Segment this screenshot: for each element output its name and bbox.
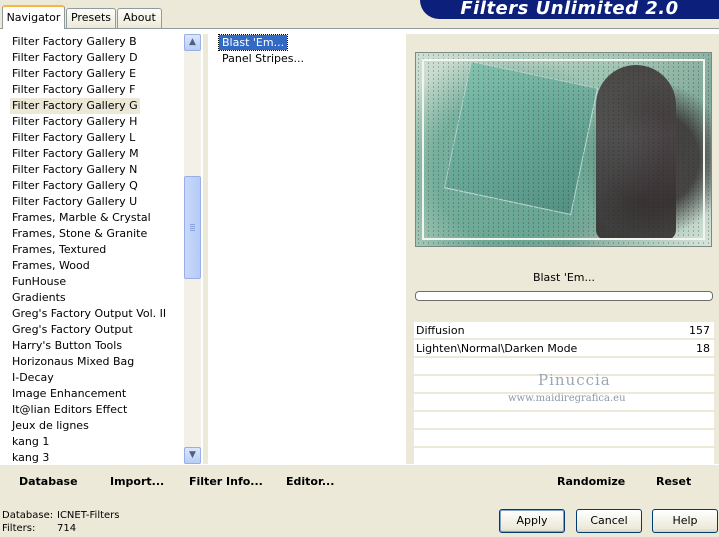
filters-count-value: 714 bbox=[57, 523, 77, 534]
category-item[interactable]: kang 3 bbox=[12, 450, 49, 466]
watermark-name: Pinuccia bbox=[538, 371, 611, 389]
help-button[interactable]: Help bbox=[652, 509, 718, 533]
category-item[interactable]: Filter Factory Gallery D bbox=[12, 50, 138, 66]
tab-about[interactable]: About bbox=[117, 8, 162, 28]
category-item[interactable]: Filter Factory Gallery H bbox=[12, 114, 137, 130]
database-status-value: ICNET-Filters bbox=[57, 510, 120, 521]
category-item[interactable]: Greg's Factory Output bbox=[12, 322, 133, 338]
category-item[interactable]: Filter Factory Gallery L bbox=[12, 130, 135, 146]
category-item[interactable]: Filter Factory Gallery G bbox=[10, 98, 140, 114]
category-item[interactable]: Frames, Textured bbox=[12, 242, 106, 258]
category-item[interactable]: I-Decay bbox=[12, 370, 54, 386]
watermark-url: www.maidiregrafica.eu bbox=[508, 393, 626, 404]
scroll-thumb[interactable] bbox=[184, 176, 201, 279]
progress-bar bbox=[415, 291, 713, 301]
parameter-slot-empty bbox=[414, 448, 714, 464]
parameter-value: 18 bbox=[696, 342, 710, 355]
tab-presets[interactable]: Presets bbox=[66, 8, 116, 28]
category-item[interactable]: Jeux de lignes bbox=[12, 418, 89, 434]
effect-item-panel-stripes[interactable]: Panel Stripes... bbox=[219, 51, 307, 66]
category-item[interactable]: kang 1 bbox=[12, 434, 49, 450]
app-banner-title: Filters Unlimited 2.0 bbox=[420, 0, 719, 19]
reset-link[interactable]: Reset bbox=[656, 475, 691, 488]
category-item[interactable]: Filter Factory Gallery F bbox=[12, 82, 135, 98]
import-link[interactable]: Import... bbox=[110, 475, 164, 488]
category-item[interactable]: Frames, Marble & Crystal bbox=[12, 210, 151, 226]
column-divider bbox=[203, 34, 208, 464]
tab-navigator[interactable]: Navigator bbox=[2, 5, 65, 29]
category-item[interactable]: Greg's Factory Output Vol. II bbox=[12, 306, 166, 322]
category-item[interactable]: Frames, Stone & Granite bbox=[12, 226, 147, 242]
parameter-row-mode[interactable]: Lighten\Normal\Darken Mode 18 bbox=[414, 340, 714, 357]
category-item[interactable]: Filter Factory Gallery M bbox=[12, 146, 139, 162]
filters-count-label: Filters: bbox=[2, 523, 36, 534]
category-item[interactable]: Filter Factory Gallery Q bbox=[12, 178, 138, 194]
preview-image bbox=[415, 52, 712, 247]
cancel-button[interactable]: Cancel bbox=[576, 509, 642, 533]
category-item[interactable]: Filter Factory Gallery B bbox=[12, 34, 137, 50]
parameter-value: 157 bbox=[689, 324, 710, 337]
parameter-slot-empty bbox=[414, 430, 714, 446]
randomize-link[interactable]: Randomize bbox=[557, 475, 625, 488]
effect-item-blast-em[interactable]: Blast 'Em... bbox=[217, 34, 289, 51]
category-item[interactable]: Filter Factory Gallery U bbox=[12, 194, 137, 210]
category-item[interactable]: It@lian Editors Effect bbox=[12, 402, 127, 418]
arrow-down-icon[interactable]: ▼ bbox=[184, 447, 201, 464]
category-item[interactable]: Filter Factory Gallery N bbox=[12, 162, 137, 178]
category-item[interactable]: Horizonaus Mixed Bag bbox=[12, 354, 134, 370]
editor-link[interactable]: Editor... bbox=[286, 475, 334, 488]
filter-info-link[interactable]: Filter Info... bbox=[189, 475, 263, 488]
database-status-label: Database: bbox=[2, 510, 54, 521]
database-link[interactable]: Database bbox=[19, 475, 78, 488]
category-item[interactable]: Image Enhancement bbox=[12, 386, 126, 402]
parameter-slot-empty bbox=[414, 412, 714, 428]
category-item[interactable]: Harry's Button Tools bbox=[12, 338, 122, 354]
parameter-label: Diffusion bbox=[416, 324, 465, 337]
effect-title: Blast 'Em... bbox=[532, 271, 596, 284]
category-item[interactable]: FunHouse bbox=[12, 274, 66, 290]
apply-button[interactable]: Apply bbox=[499, 509, 565, 533]
category-item[interactable]: Gradients bbox=[12, 290, 66, 306]
arrow-up-icon[interactable]: ▲ bbox=[184, 34, 201, 51]
category-item[interactable]: Frames, Wood bbox=[12, 258, 90, 274]
category-item[interactable]: Filter Factory Gallery E bbox=[12, 66, 136, 82]
parameter-label: Lighten\Normal\Darken Mode bbox=[416, 342, 578, 355]
parameter-row-diffusion[interactable]: Diffusion 157 bbox=[414, 322, 714, 339]
